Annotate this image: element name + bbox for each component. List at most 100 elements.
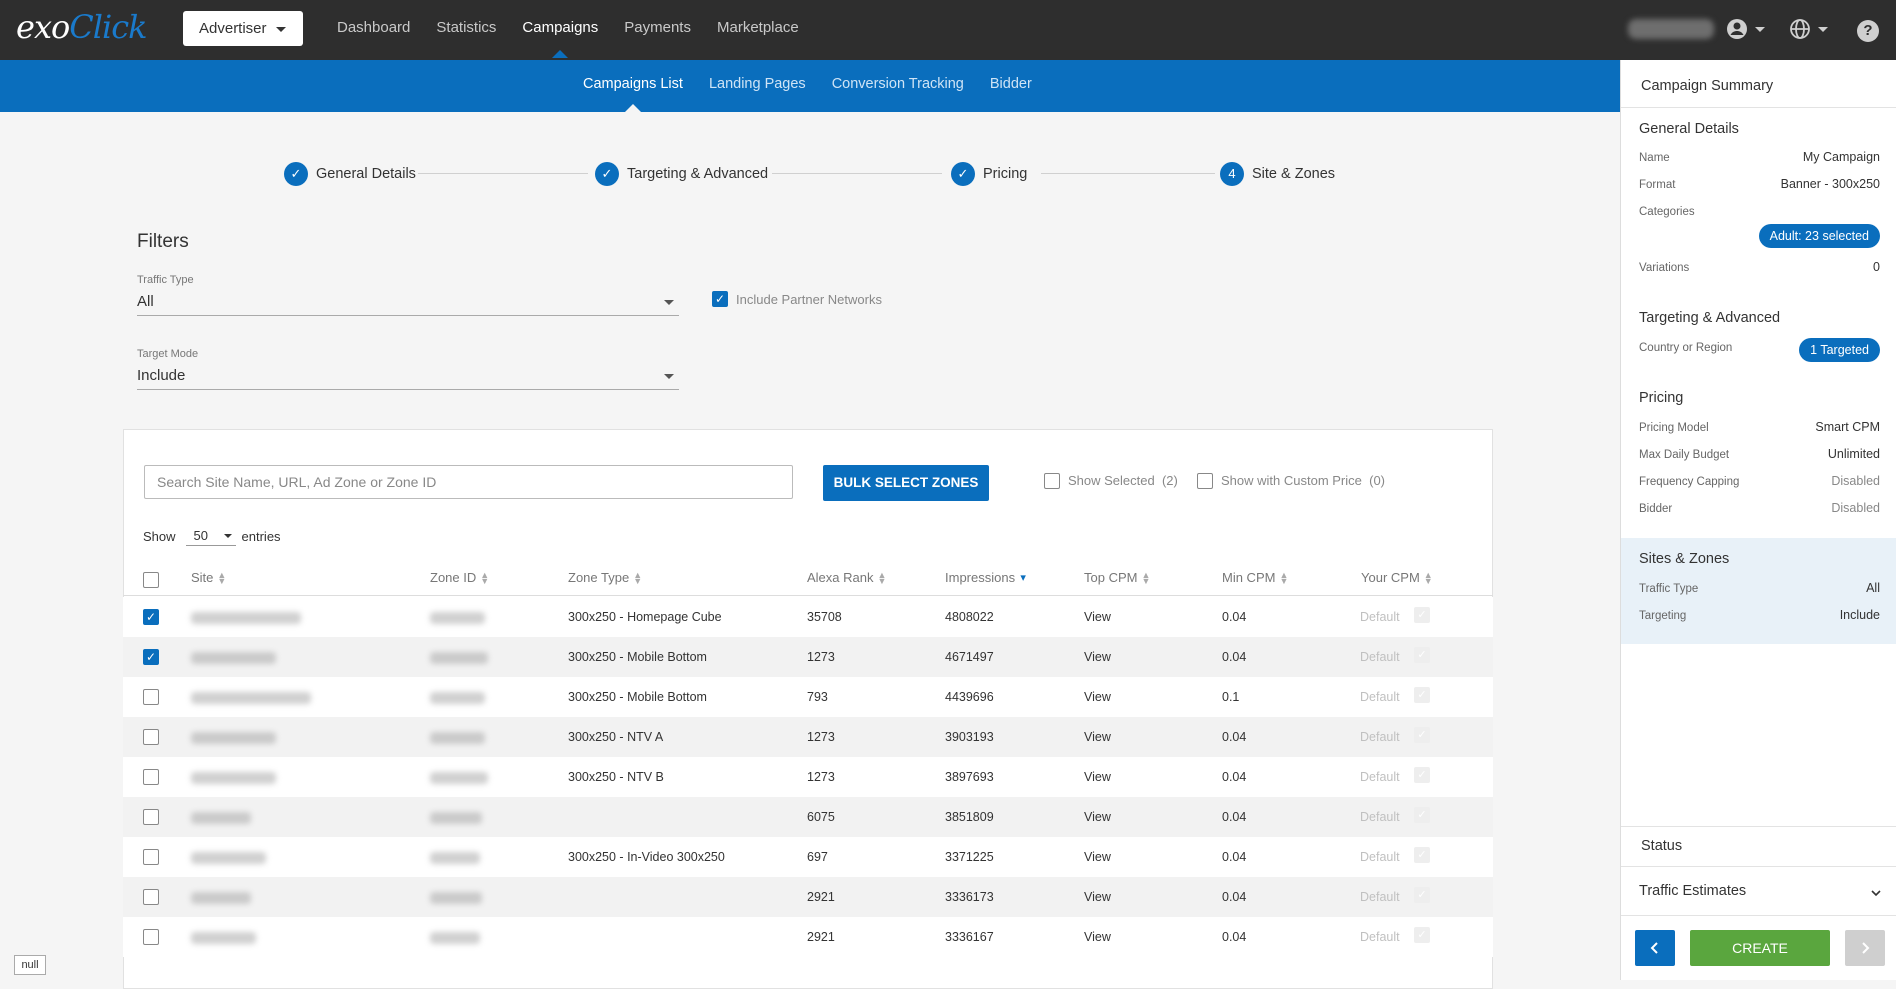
your-cpm-input[interactable]: Default [1360, 730, 1400, 744]
create-button[interactable]: CREATE [1690, 930, 1830, 966]
categories-badge[interactable]: Adult: 23 selected [1758, 224, 1880, 248]
col-site[interactable]: Site ▲ ▼ [191, 570, 226, 585]
alexa-rank-cell: 697 [807, 850, 828, 864]
col-alexa-rank[interactable]: Alexa Rank ▲ ▼ [807, 570, 886, 585]
zone-id-blurred [430, 812, 482, 824]
your-cpm-input[interactable]: Default [1360, 810, 1400, 824]
your-cpm-input[interactable]: Default [1360, 890, 1400, 904]
top-cpm-view-link[interactable]: View [1084, 610, 1111, 624]
frequency-value: Disabled [1831, 474, 1880, 488]
step-general-details[interactable]: ✓ General Details [284, 162, 416, 186]
your-cpm-input[interactable]: Default [1360, 770, 1400, 784]
your-cpm-input[interactable]: Default [1360, 610, 1400, 624]
status-heading[interactable]: Status [1641, 838, 1682, 854]
show-selected-checkbox[interactable] [1044, 473, 1060, 489]
top-cpm-view-link[interactable]: View [1084, 730, 1111, 744]
target-mode-select[interactable]: Include [137, 364, 679, 390]
table-row[interactable]: 2921 3336173 View 0.04 Default ✓ [123, 877, 1493, 917]
subnav-conversion-tracking[interactable]: Conversion Tracking [832, 76, 964, 92]
table-row[interactable]: 300x250 - In-Video 300x250 697 3371225 View… [123, 837, 1493, 877]
traffic-type-select[interactable]: All [137, 290, 679, 316]
row-checkbox[interactable]: ✓ [143, 609, 159, 625]
username-blurred[interactable] [1628, 19, 1714, 39]
top-cpm-view-link[interactable]: View [1084, 890, 1111, 904]
col-zone-type[interactable]: Zone Type ▲ ▼ [568, 570, 642, 585]
col-top-cpm[interactable]: Top CPM ▲ ▼ [1084, 570, 1150, 585]
row-checkbox[interactable] [143, 729, 159, 745]
custom-price-checkbox[interactable]: ✓ [1414, 887, 1430, 903]
next-button[interactable] [1845, 930, 1885, 966]
custom-price-checkbox[interactable]: ✓ [1414, 847, 1430, 863]
chevron-down-icon[interactable] [1755, 27, 1765, 32]
top-cpm-view-link[interactable]: View [1084, 770, 1111, 784]
col-impressions[interactable]: Impressions ▾ [945, 570, 1027, 585]
your-cpm-input[interactable]: Default [1360, 650, 1400, 664]
subnav-bidder[interactable]: Bidder [990, 76, 1032, 92]
custom-price-checkbox[interactable]: ✓ [1414, 647, 1430, 663]
top-cpm-view-link[interactable]: View [1084, 850, 1111, 864]
top-cpm-view-link[interactable]: View [1084, 930, 1111, 944]
custom-price-checkbox[interactable]: ✓ [1414, 767, 1430, 783]
sort-icon: ▲ ▼ [480, 569, 490, 586]
nav-statistics[interactable]: Statistics [436, 19, 496, 36]
col-your-cpm[interactable]: Your CPM ▲ ▼ [1361, 570, 1433, 585]
top-cpm-view-link[interactable]: View [1084, 650, 1111, 664]
custom-price-checkbox[interactable]: ✓ [1414, 687, 1430, 703]
help-icon[interactable]: ? [1857, 20, 1879, 42]
row-checkbox[interactable]: ✓ [143, 649, 159, 665]
table-row[interactable]: 6075 3851809 View 0.04 Default ✓ [123, 797, 1493, 837]
user-avatar-icon[interactable] [1726, 18, 1748, 46]
entries-select[interactable]: 50 [185, 526, 236, 546]
table-row[interactable]: 300x250 - NTV B 1273 3897693 View 0.04 Defaul… [123, 757, 1493, 797]
account-type-dropdown[interactable]: Advertiser [183, 11, 303, 46]
exoclick-logo[interactable]: exoClick [16, 8, 148, 46]
row-checkbox[interactable] [143, 849, 159, 865]
site-name-blurred [191, 732, 276, 744]
table-row[interactable]: 300x250 - Mobile Bottom 793 4439696 View 0.1… [123, 677, 1493, 717]
your-cpm-input[interactable]: Default [1360, 930, 1400, 944]
select-all-checkbox[interactable] [143, 572, 159, 588]
show-custom-price-checkbox[interactable] [1197, 473, 1213, 489]
table-row[interactable]: 2921 3336167 View 0.04 Default ✓ [123, 917, 1493, 957]
globe-icon[interactable] [1789, 18, 1811, 46]
chevron-down-icon[interactable] [1870, 886, 1882, 902]
chevron-down-icon[interactable] [1818, 27, 1828, 32]
top-cpm-view-link[interactable]: View [1084, 690, 1111, 704]
bulk-select-zones-button[interactable]: BULK SELECT ZONES [823, 465, 989, 501]
summary-general-heading: General Details [1639, 121, 1739, 137]
your-cpm-input[interactable]: Default [1360, 850, 1400, 864]
nav-payments[interactable]: Payments [624, 19, 691, 36]
step-targeting-advanced[interactable]: ✓ Targeting & Advanced [595, 162, 768, 186]
target-mode-label: Target Mode [137, 348, 199, 360]
col-zone-id[interactable]: Zone ID ▲ ▼ [430, 569, 490, 586]
site-name-blurred [191, 692, 311, 704]
subnav-landing-pages[interactable]: Landing Pages [709, 76, 806, 92]
row-checkbox[interactable] [143, 769, 159, 785]
step-site-zones[interactable]: 4 Site & Zones [1220, 162, 1335, 186]
zone-type-cell: 300x250 - NTV B [568, 770, 664, 784]
step-pricing[interactable]: ✓ Pricing [951, 162, 1027, 186]
nav-campaigns[interactable]: Campaigns [522, 19, 598, 58]
subnav-campaigns-list[interactable]: Campaigns List [583, 76, 683, 113]
include-partner-checkbox[interactable]: ✓ [712, 291, 728, 307]
row-checkbox[interactable] [143, 889, 159, 905]
row-checkbox[interactable] [143, 689, 159, 705]
row-checkbox[interactable] [143, 809, 159, 825]
custom-price-checkbox[interactable]: ✓ [1414, 607, 1430, 623]
your-cpm-input[interactable]: Default [1360, 690, 1400, 704]
nav-marketplace[interactable]: Marketplace [717, 19, 799, 36]
table-row[interactable]: ✓ 300x250 - Mobile Bottom 1273 4671497 View 0… [123, 637, 1493, 677]
country-badge[interactable]: 1 Targeted [1799, 338, 1880, 362]
col-min-cpm[interactable]: Min CPM ▲ ▼ [1222, 570, 1288, 585]
search-input[interactable]: Search Site Name, URL, Ad Zone or Zone I… [144, 465, 793, 499]
custom-price-checkbox[interactable]: ✓ [1414, 727, 1430, 743]
row-checkbox[interactable] [143, 929, 159, 945]
custom-price-checkbox[interactable]: ✓ [1414, 807, 1430, 823]
table-row[interactable]: 300x250 - NTV A 1273 3903193 View 0.04 Defaul… [123, 717, 1493, 757]
nav-dashboard[interactable]: Dashboard [337, 19, 410, 36]
table-row[interactable]: ✓ 300x250 - Homepage Cube 35708 4808022 View… [123, 597, 1493, 637]
back-button[interactable] [1635, 930, 1675, 966]
top-cpm-view-link[interactable]: View [1084, 810, 1111, 824]
custom-price-checkbox[interactable]: ✓ [1414, 927, 1430, 943]
traffic-estimates-heading[interactable]: Traffic Estimates [1639, 883, 1746, 899]
